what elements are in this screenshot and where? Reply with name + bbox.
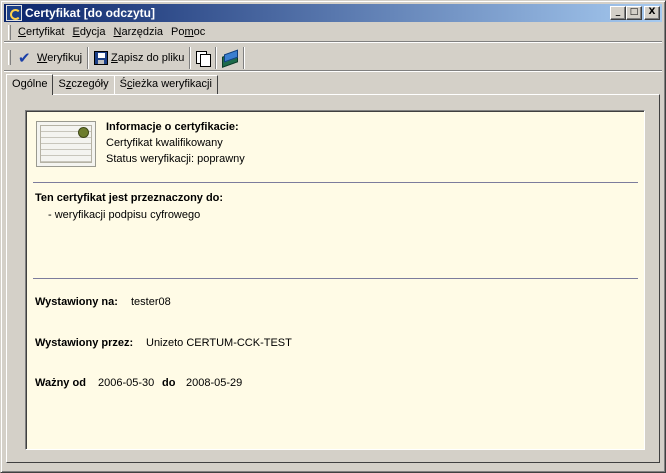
certificate-window: Certyfikat [do odczytu] _ □ X Certyfikat… [0,0,666,473]
menu-label-part: arzędzia [121,26,164,38]
menubar-grip[interactable] [8,24,11,40]
floppy-disk-icon [94,50,109,65]
tab-label-part: Ś [119,78,127,90]
menu-bar: Certyfikat Edycja Narzędzia Pomoc [4,23,662,42]
verify-button[interactable]: Weryfikuj [14,47,86,69]
certificate-type: Certyfikat kwalifikowany [106,137,223,149]
save-accesskey: Z [111,51,118,64]
maximize-button[interactable]: □ [626,6,642,20]
tab-strip: Ogólne Szczegóły Ścieżka weryfikacji [6,74,218,95]
menu-narzedzia[interactable]: Narzędzia [110,26,168,38]
valid-from-label: Ważny od [35,377,86,389]
menu-accesskey: C [18,26,26,38]
toolbar-separator [243,46,246,69]
toolbar-separator [189,46,192,69]
valid-to-value: 2008-05-29 [186,377,243,389]
minimize-button[interactable]: _ [610,6,626,20]
menu-pomoc[interactable]: Pomoc [167,26,209,38]
purpose-item: - weryfikacji podpisu cyfrowego [48,209,201,221]
purpose-heading: Ten certyfikat jest przeznaczony do: [35,192,224,204]
verify-accesskey: W [37,51,48,64]
tab-details[interactable]: Szczegóły [52,75,115,94]
tab-label-part: czegóły [71,78,109,90]
verification-status: Status weryfikacji: poprawny [106,153,245,165]
save-label: Zapisz do pliku [111,52,184,64]
app-icon[interactable] [6,5,22,21]
menu-certyfikat[interactable]: Certyfikat [14,26,68,38]
toolbar: Weryfikuj Zapisz do pliku [4,45,662,71]
toolbar-separator [87,46,90,69]
info-heading: Informacje o certyfikacie: [106,121,239,133]
tab-label-part: O [12,78,21,90]
book-button[interactable] [218,47,242,69]
menu-label-part: Po [171,26,185,38]
issued-to-label: Wystawiony na: [35,296,118,308]
verify-label-part: eryfikuj [47,51,83,64]
separator [33,278,638,279]
issued-by-label: Wystawiony przez: [35,337,134,349]
save-label-part: apisz do pliku [117,51,185,64]
book-icon [221,50,239,66]
save-to-file-button[interactable]: Zapisz do pliku [90,47,188,69]
tab-label-part: ólne [26,78,48,90]
valid-from-value: 2006-05-30 [98,377,155,389]
separator [33,182,638,183]
general-tab-panel: Informacje o certyfikacie: Certyfikat kw… [6,94,660,463]
menu-label-part: oc [193,26,206,38]
toolbar-separator [215,46,218,69]
tab-label-part: ieżka weryfikacji [132,78,212,90]
menu-accesskey: E [72,26,80,38]
certificate-info-box: Informacje o certyfikacie: Certyfikat kw… [25,110,645,450]
window-controls: _ □ X [610,6,660,20]
check-icon [18,50,34,66]
copy-button[interactable] [192,47,214,69]
menu-label-part: dycja [79,26,106,38]
issued-by-value: Unizeto CERTUM-CCK-TEST [146,337,292,349]
seal-icon [78,127,89,138]
close-button[interactable]: X [644,6,660,20]
menu-accesskey: m [184,26,194,38]
tab-general[interactable]: Ogólne [6,74,54,95]
issued-to-value: tester08 [131,296,171,308]
certificate-icon [36,121,96,167]
toolbar-grip[interactable] [8,50,11,65]
menu-label-part: ertyfikat [25,26,65,38]
valid-to-label: do [162,377,176,389]
window-title: Certyfikat [do odczytu] [25,6,156,20]
copy-icon [195,50,212,67]
tab-certification-path[interactable]: Ścieżka weryfikacji [113,75,218,94]
title-bar[interactable]: Certyfikat [do odczytu] _ □ X [4,4,662,22]
menu-edycja[interactable]: Edycja [68,26,109,38]
verify-label: Weryfikuj [37,52,82,64]
tab-label-part: S [58,78,66,90]
